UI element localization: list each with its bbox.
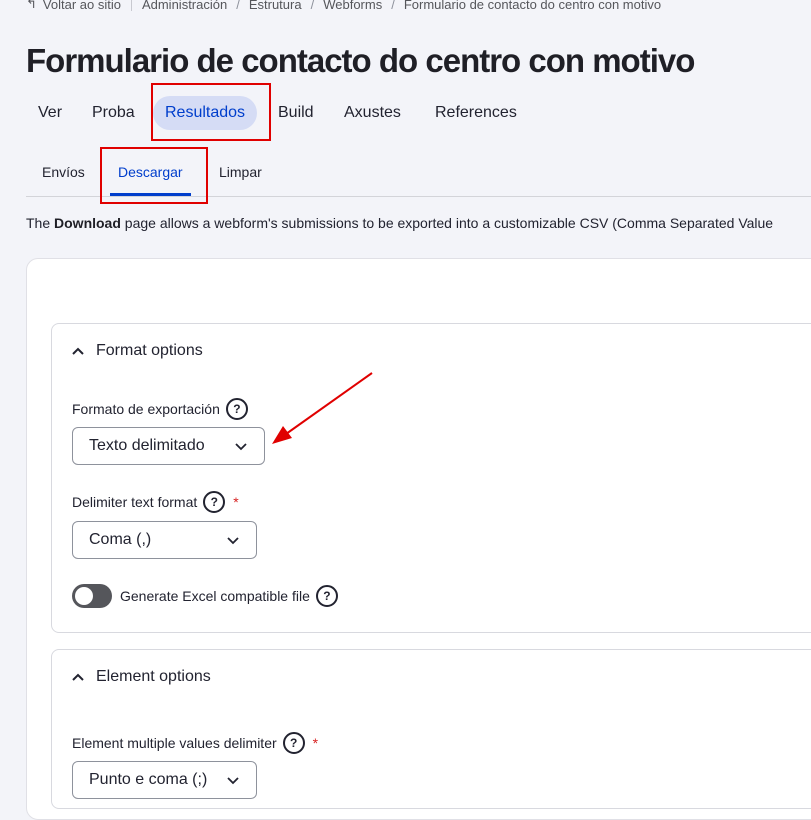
annotation-arrow bbox=[272, 372, 373, 444]
